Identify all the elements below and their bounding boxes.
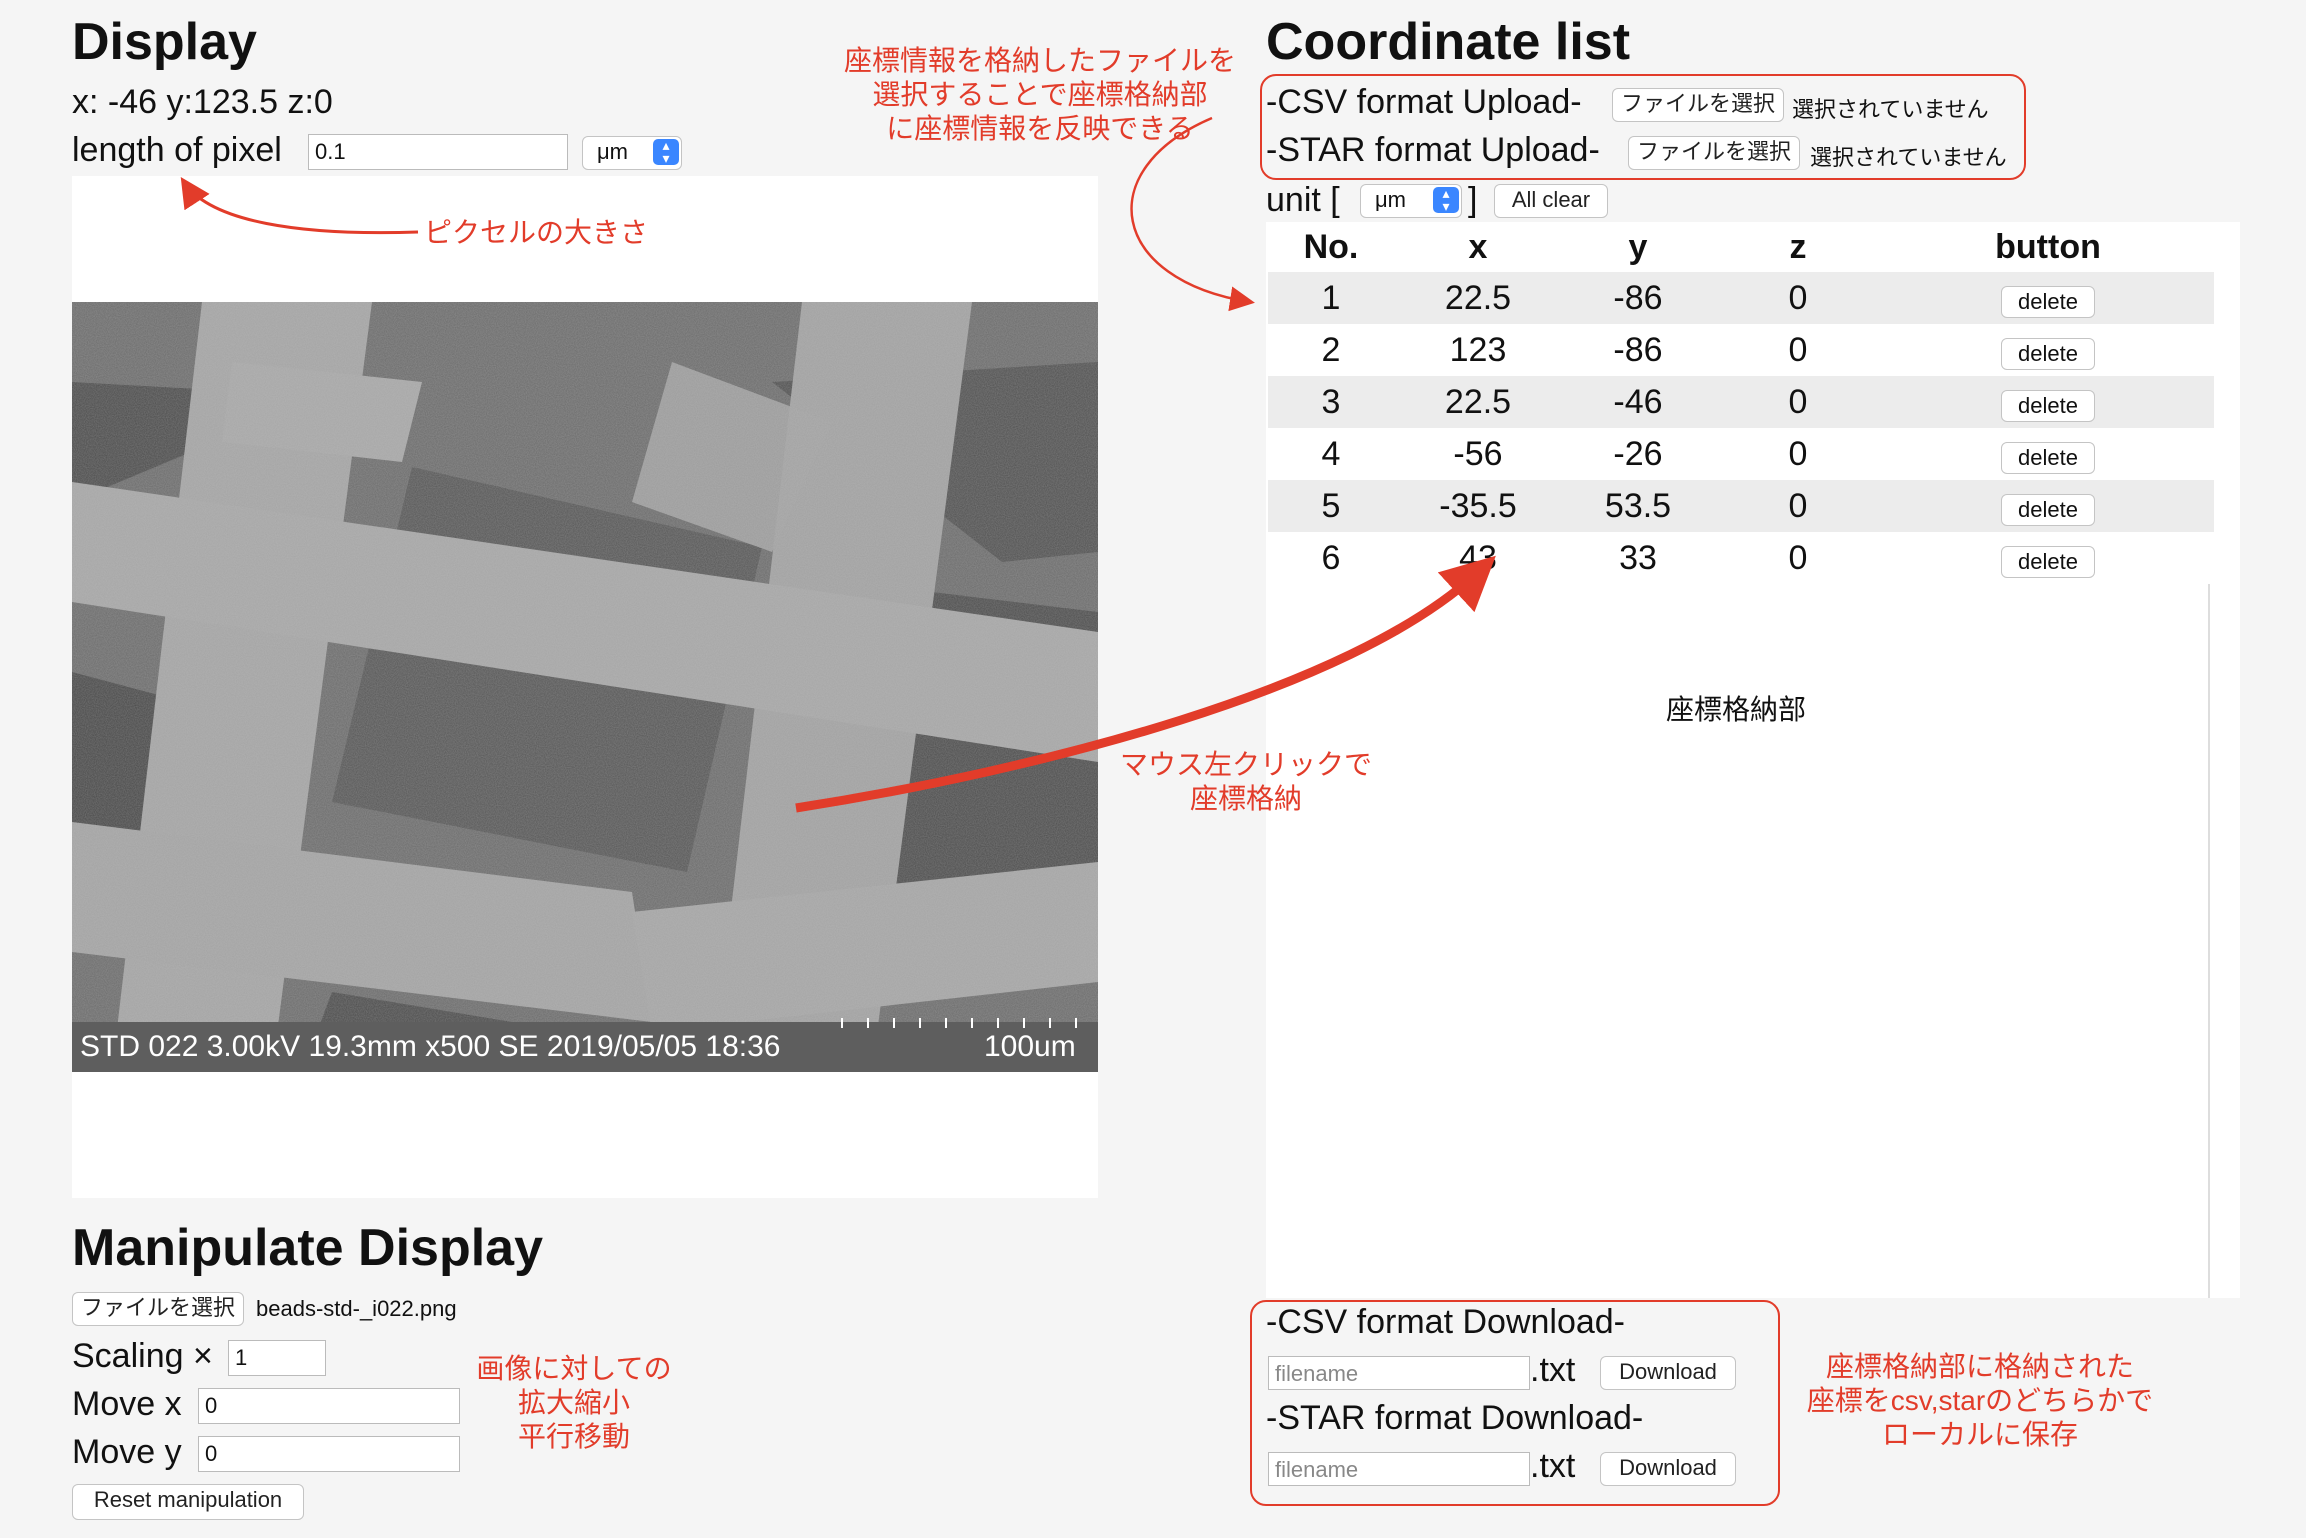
upload-note-line: 選択することで座標格納部	[872, 79, 1208, 110]
delete-button[interactable]: delete	[2001, 441, 2095, 474]
coordinate-table: No. x y z button 1 22.5 -86 0 delete 2 1…	[1268, 222, 2214, 584]
image-file-name: beads-std-_i022.png	[256, 1296, 457, 1321]
scaling-input[interactable]: 1	[228, 1340, 326, 1376]
cell-y: -46	[1613, 382, 1663, 421]
select-arrows-icon: ▴ ▾	[653, 138, 679, 165]
cell-no: 4	[1321, 434, 1341, 473]
download-note: 座標格納部に格納された 座標をcsv,starのどちらかで ローカルに保存	[1790, 1350, 2170, 1452]
cell-z: 0	[1788, 538, 1808, 577]
delete-button[interactable]: delete	[2001, 285, 2095, 318]
cell-x: 43	[1459, 538, 1497, 577]
sem-scale-label: 100um	[984, 1030, 1076, 1063]
cell-y: -26	[1613, 434, 1663, 473]
sem-image: STD 022 3.00kV 19.3mm x500 SE 2019/05/05…	[72, 302, 1098, 1072]
table-row: 4 -56 -26 0 delete	[1268, 428, 2214, 480]
pixel-note: ピクセルの大きさ	[424, 217, 649, 248]
cell-z: 0	[1788, 278, 1808, 317]
cell-x: 22.5	[1444, 382, 1512, 421]
click-note-line: 座標格納	[1189, 783, 1302, 814]
cell-z: 0	[1788, 434, 1808, 473]
header-y: y	[1628, 227, 1648, 266]
cell-x: 22.5	[1444, 278, 1512, 317]
pixel-length-input[interactable]: 0.1	[308, 134, 568, 170]
delete-button[interactable]: delete	[2001, 389, 2095, 422]
display-canvas[interactable]: STD 022 3.00kV 19.3mm x500 SE 2019/05/05…	[72, 176, 1098, 1198]
cell-x: -56	[1453, 434, 1503, 473]
cell-no: 3	[1321, 382, 1341, 421]
cell-no: 5	[1321, 486, 1341, 525]
click-note: マウス左クリックで 座標格納	[1096, 748, 1396, 816]
upload-note-line: 座標情報を格納したファイルを	[843, 45, 1236, 76]
all-clear-button[interactable]: All clear	[1494, 184, 1608, 218]
display-title: Display	[72, 13, 257, 71]
header-z: z	[1789, 227, 1807, 266]
cell-x: 123	[1449, 330, 1507, 369]
image-file-button[interactable]: ファイルを選択	[72, 1292, 244, 1326]
delete-button[interactable]: delete	[2001, 337, 2095, 370]
table-row: 1 22.5 -86 0 delete	[1268, 272, 2214, 324]
storage-label: 座標格納部	[1666, 694, 1807, 725]
header-button: button	[1995, 227, 2101, 266]
header-no: No.	[1303, 227, 1359, 266]
table-row: 6 43 33 0 delete	[1268, 532, 2214, 584]
delete-button[interactable]: delete	[2001, 493, 2095, 526]
cell-no: 1	[1321, 278, 1341, 317]
upload-highlight-box	[1260, 74, 2026, 180]
move-y-input[interactable]: 0	[198, 1436, 460, 1472]
cell-x: -35.5	[1439, 486, 1517, 525]
manipulate-title: Manipulate Display	[72, 1219, 543, 1277]
table-row: 5 -35.5 53.5 0 delete	[1268, 480, 2214, 532]
table-header-row: No. x y z button	[1268, 222, 2214, 272]
pixel-length-label: length of pixel	[72, 131, 282, 169]
reset-manipulation-button[interactable]: Reset manipulation	[72, 1484, 304, 1520]
cell-no: 2	[1321, 330, 1341, 369]
coordinate-unit-value: μm	[1375, 187, 1407, 212]
download-note-line: 座標をcsv,starのどちらかで	[1806, 1385, 2154, 1416]
unit-close-bracket: ]	[1468, 181, 1478, 219]
scale-note-line: 画像に対しての	[476, 1353, 672, 1384]
move-y-label: Move y	[72, 1433, 182, 1471]
download-note-line: ローカルに保存	[1881, 1419, 2078, 1450]
scale-note-line: 平行移動	[517, 1421, 630, 1452]
table-row: 2 123 -86 0 delete	[1268, 324, 2214, 376]
select-arrows-icon: ▴ ▾	[1433, 186, 1459, 213]
unit-label: unit [	[1266, 181, 1340, 219]
coordinate-unit-select[interactable]: μm ▴ ▾	[1360, 184, 1462, 218]
move-x-input[interactable]: 0	[198, 1388, 460, 1424]
scaling-label: Scaling ×	[72, 1337, 213, 1375]
download-note-line: 座標格納部に格納された	[1825, 1351, 2134, 1382]
upload-note-line: に座標情報を反映できる	[886, 113, 1194, 144]
move-x-label: Move x	[72, 1385, 182, 1423]
scale-note-line: 拡大縮小	[517, 1387, 630, 1418]
cell-y: 33	[1619, 538, 1657, 577]
click-note-line: マウス左クリックで	[1119, 749, 1372, 780]
delete-button[interactable]: delete	[2001, 545, 2095, 578]
download-highlight-box	[1250, 1300, 1780, 1506]
coordinate-list-title: Coordinate list	[1266, 13, 1631, 71]
coordinate-readout: x: -46 y:123.5 z:0	[72, 83, 333, 121]
upload-note: 座標情報を格納したファイルを 選択することで座標格納部 に座標情報を反映できる	[830, 44, 1250, 146]
cell-z: 0	[1788, 486, 1808, 525]
cell-z: 0	[1788, 330, 1808, 369]
table-row: 3 22.5 -46 0 delete	[1268, 376, 2214, 428]
cell-y: -86	[1613, 330, 1663, 369]
pixel-unit-value: μm	[597, 139, 629, 164]
cell-y: 53.5	[1604, 486, 1672, 525]
cell-no: 6	[1321, 538, 1341, 577]
cell-z: 0	[1788, 382, 1808, 421]
cell-y: -86	[1613, 278, 1663, 317]
header-x: x	[1468, 227, 1488, 266]
sem-caption: STD 022 3.00kV 19.3mm x500 SE 2019/05/05…	[80, 1030, 780, 1063]
scale-note: 画像に対しての 拡大縮小 平行移動	[464, 1352, 684, 1454]
pixel-unit-select[interactable]: μm ▴ ▾	[582, 136, 682, 170]
